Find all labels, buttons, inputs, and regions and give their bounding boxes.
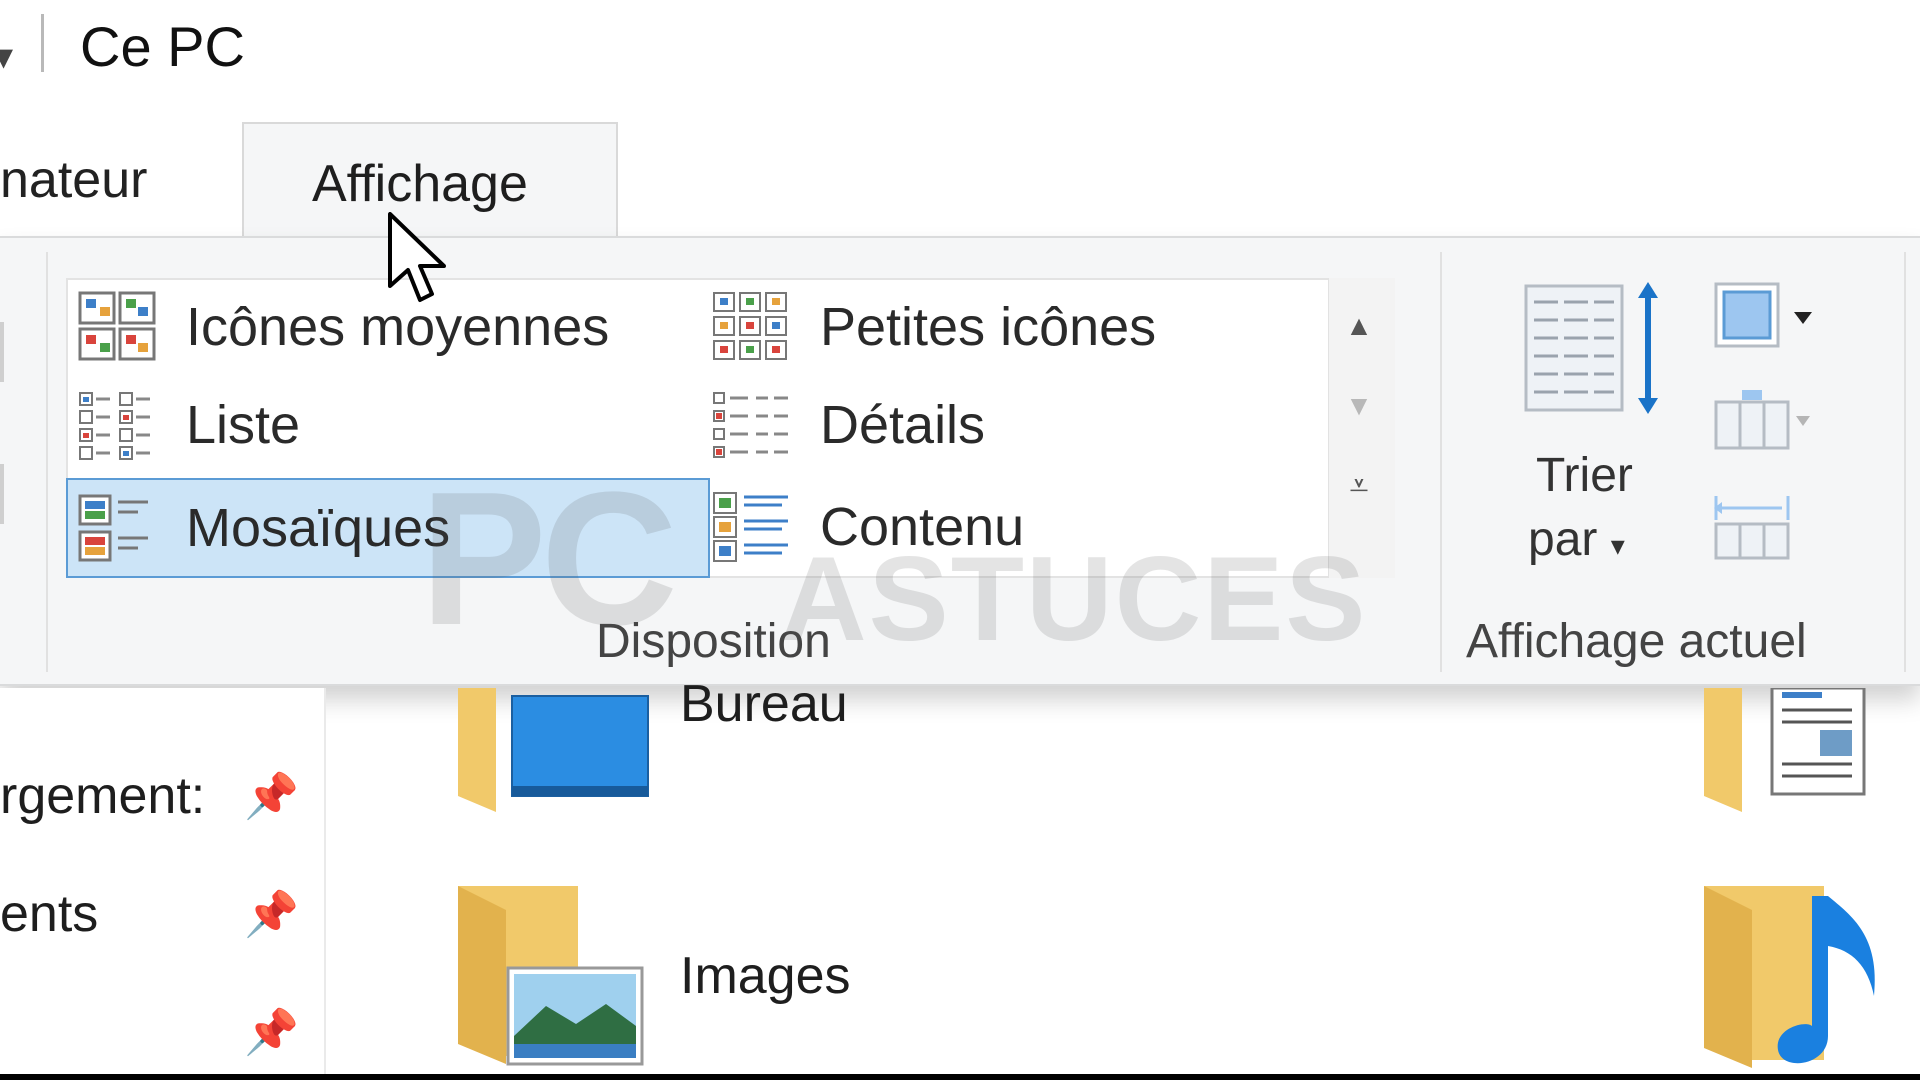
- pin-icon[interactable]: 📌: [244, 1006, 299, 1058]
- layout-small-icons[interactable]: Petites icônes: [712, 278, 1332, 376]
- tab-ordinateur[interactable]: nateur: [0, 150, 147, 210]
- layout-details-label: Détails: [820, 395, 986, 455]
- layout-list-label: Liste: [186, 395, 301, 455]
- group-by-button[interactable]: [1712, 278, 1822, 358]
- documents-folder-icon[interactable]: [1702, 688, 1872, 812]
- group-by-icon: [1714, 282, 1812, 348]
- small-icons-icon: [712, 291, 790, 363]
- layout-small-icons-label: Petites icônes: [820, 297, 1157, 357]
- folder-name: Images: [680, 947, 851, 1005]
- layout-details[interactable]: Détails: [712, 376, 1332, 474]
- watermark-text: ASTUCES: [780, 532, 1368, 666]
- watermark: PC: [420, 453, 678, 665]
- folder-item-bureau[interactable]: Bureau: [456, 675, 1016, 818]
- list-icon: [78, 389, 156, 461]
- tiles-icon: [78, 492, 156, 564]
- nav-item-documents[interactable]: ents 📌: [0, 878, 324, 958]
- partial-button-edge: [0, 322, 4, 382]
- tab-affichage-label: Affichage: [312, 155, 528, 213]
- pictures-folder-icon: [458, 886, 644, 1066]
- sort-by-label-2: par ▾: [1528, 513, 1625, 566]
- title-separator: [41, 14, 44, 72]
- sort-by-icon: [1524, 282, 1658, 414]
- music-folder-icon[interactable]: [1702, 886, 1882, 1072]
- gallery-expand-icon[interactable]: ⩡: [1329, 446, 1389, 526]
- nav-item-label: ents: [0, 885, 99, 943]
- quick-access-dropdown-icon[interactable]: ▾: [0, 34, 13, 79]
- add-columns-icon: [1714, 390, 1810, 450]
- layout-tiles-label: Mosaïques: [186, 498, 451, 558]
- folder-item-images[interactable]: Images: [456, 886, 1016, 1066]
- partial-button-edge: [0, 464, 4, 524]
- navigation-pane: rgement: 📌 ents 📌 📌: [0, 688, 326, 1074]
- sort-by-label-1: Trier: [1536, 449, 1633, 502]
- folder-name: Bureau: [680, 675, 848, 733]
- gallery-scroll-down-icon[interactable]: ▼: [1329, 366, 1389, 446]
- mouse-cursor-icon: [388, 212, 446, 302]
- pin-icon[interactable]: 📌: [244, 770, 299, 822]
- gallery-scroll-up-icon[interactable]: ▲: [1329, 286, 1389, 366]
- pin-icon[interactable]: 📌: [244, 888, 299, 940]
- window-title: Ce PC: [80, 15, 245, 78]
- nav-item-downloads[interactable]: rgement: 📌: [0, 760, 324, 840]
- title-bar: ▾ Ce PC: [0, 0, 1920, 120]
- bottom-border: [0, 1074, 1920, 1080]
- sort-by-button[interactable]: Trier par ▾: [1500, 278, 1660, 578]
- group-separator: [46, 252, 48, 672]
- group-separator: [1440, 252, 1442, 672]
- content-icon: [712, 491, 790, 563]
- group-label-current-view: Affichage actuel: [1466, 615, 1807, 668]
- group-separator: [1904, 252, 1906, 672]
- add-columns-button[interactable]: [1712, 382, 1822, 462]
- nav-item-pictures[interactable]: 📌: [0, 996, 324, 1076]
- size-columns-icon: [1714, 496, 1790, 560]
- size-columns-button[interactable]: [1712, 486, 1822, 566]
- nav-item-label: rgement:: [0, 767, 206, 825]
- details-icon: [712, 389, 790, 461]
- medium-icons-icon: [78, 291, 156, 363]
- desktop-folder-icon: [458, 688, 649, 812]
